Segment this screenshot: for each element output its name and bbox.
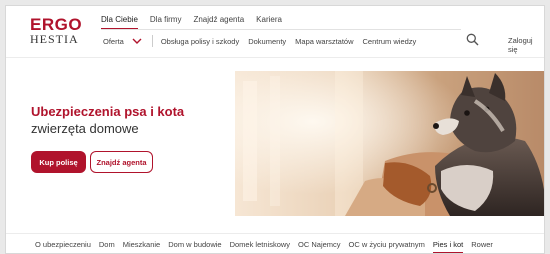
tabs-divider: [6, 233, 544, 234]
hero-title: Ubezpieczenia psa i kota: [31, 104, 185, 119]
tab-domek-letniskowy[interactable]: Domek letniskowy: [230, 240, 290, 253]
secondary-navigation: Oferta Obsługa polisy i szkody Dokumenty…: [103, 35, 416, 47]
subnav-oferta-label: Oferta: [103, 36, 124, 46]
topnav-dla-firmy[interactable]: Dla firmy: [150, 15, 182, 30]
subnav-obsluga-polisy[interactable]: Obsługa polisy i szkody: [161, 37, 239, 46]
tab-pies-i-kot[interactable]: Pies i kot: [432, 240, 464, 253]
top-navigation: Dla Ciebie Dla firmy Znajdź agenta Karie…: [101, 15, 294, 30]
subnav-oferta-dropdown[interactable]: Oferta: [103, 37, 142, 46]
topnav-dla-ciebie[interactable]: Dla Ciebie: [101, 15, 138, 30]
tab-oc-w-zyciu-prywatnym[interactable]: OC w życiu prywatnym: [349, 240, 425, 253]
insurance-tabs: O ubezpieczeniu Dom Mieszkanie Dom w bud…: [35, 240, 501, 253]
page-frame: ERGO HESTIA Dla Ciebie Dla firmy Znajdź …: [5, 5, 545, 254]
subnav-centrum-wiedzy[interactable]: Centrum wiedzy: [363, 37, 417, 46]
hero-dog-photo: [235, 71, 544, 216]
subnav-mapa-warsztatow[interactable]: Mapa warsztatów: [295, 37, 353, 46]
header-divider: [6, 57, 544, 58]
tab-mieszkanie[interactable]: Mieszkanie: [123, 240, 161, 253]
find-agent-button[interactable]: Znajdź agenta: [90, 151, 153, 173]
ergo-hestia-logo[interactable]: ERGO HESTIA: [30, 16, 90, 45]
tab-oc-najemcy[interactable]: OC Najemcy: [298, 240, 341, 253]
subnav-separator: [151, 35, 153, 47]
tab-o-ubezpieczeniu[interactable]: O ubezpieczeniu: [35, 240, 91, 253]
topnav-znajdz-agenta[interactable]: Znajdź agenta: [193, 15, 244, 30]
subnav-dokumenty[interactable]: Dokumenty: [248, 37, 286, 46]
hero-subtitle: zwierzęta domowe: [31, 121, 139, 136]
buy-policy-button[interactable]: Kup polisę: [31, 151, 86, 173]
search-icon[interactable]: [466, 33, 479, 46]
chevron-down-icon: [132, 38, 142, 44]
tab-dom-w-budowie[interactable]: Dom w budowie: [168, 240, 221, 253]
login-link[interactable]: Zaloguj się: [508, 36, 544, 54]
nav-divider: [101, 29, 461, 30]
tab-rower[interactable]: Rower: [471, 240, 493, 253]
tab-dom[interactable]: Dom: [99, 240, 115, 253]
logo-hestia-text: HESTIA: [30, 32, 79, 46]
topnav-kariera[interactable]: Kariera: [256, 15, 282, 30]
logo-ergo-text: ERGO: [30, 15, 83, 34]
